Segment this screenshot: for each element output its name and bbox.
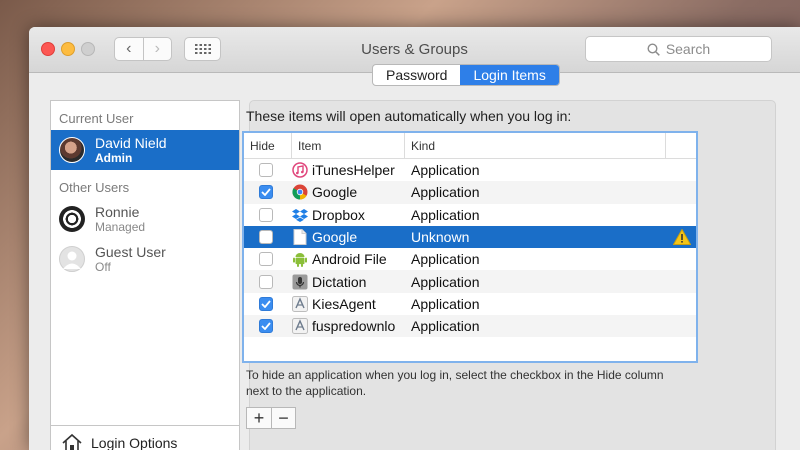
item-name: Google [312, 184, 358, 201]
dropbox-icon [292, 207, 308, 223]
itunes-icon [292, 162, 308, 178]
hide-checkbox[interactable] [259, 230, 273, 245]
table-row[interactable]: iTunesHelper Application [244, 159, 696, 181]
guest-user-icon [59, 246, 85, 272]
user-name: Ronnie [95, 204, 140, 220]
add-remove-buttons: + − [246, 407, 296, 429]
other-users-header: Other Users [59, 180, 130, 195]
soccer-ball-icon [59, 206, 85, 232]
user-role: Admin [95, 151, 133, 165]
item-kind: Application [411, 184, 480, 201]
user-item-david-nield[interactable]: David Nield Admin [51, 130, 239, 170]
checkmark-icon [261, 188, 271, 197]
add-item-button[interactable]: + [247, 408, 271, 428]
login-options-label: Login Options [91, 434, 178, 450]
tab-bar: Password Login Items [372, 64, 560, 86]
login-items-table: Hide Item Kind iTunesHelper Application … [242, 131, 698, 363]
column-header-hide[interactable]: Hide [244, 133, 292, 158]
hide-checkbox[interactable] [259, 252, 273, 267]
chrome-icon [292, 184, 308, 200]
house-icon [62, 433, 82, 450]
app-generic-icon [292, 295, 308, 312]
item-name: Android File [312, 251, 387, 268]
table-row[interactable]: Dropbox Application [244, 204, 696, 226]
item-name: Google [312, 229, 358, 246]
checkmark-icon [261, 322, 271, 331]
hide-checkbox[interactable] [259, 163, 273, 178]
item-kind: Unknown [411, 229, 470, 246]
users-sidebar: Current User David Nield Admin Other Use… [50, 100, 240, 450]
user-item-guest[interactable]: Guest User Off [51, 239, 239, 279]
warning-icon[interactable] [672, 229, 692, 246]
hide-checkbox[interactable] [259, 319, 273, 334]
table-row[interactable]: Android File Application [244, 248, 696, 270]
user-item-ronnie[interactable]: Ronnie Managed [51, 199, 239, 239]
login-items-intro: These items will open automatically when… [246, 108, 572, 124]
item-name: Dropbox [312, 206, 365, 223]
user-role: Off [95, 260, 111, 274]
hide-checkbox[interactable] [259, 207, 273, 222]
item-kind: Application [411, 273, 480, 290]
item-kind: Application [411, 295, 480, 312]
hide-checkbox[interactable] [259, 296, 273, 311]
table-row[interactable]: KiesAgent Application [244, 293, 696, 315]
user-avatar [59, 137, 85, 163]
item-kind: Application [411, 162, 480, 179]
table-row[interactable]: Dictation Application [244, 270, 696, 293]
column-header-item[interactable]: Item [292, 133, 405, 158]
current-user-header: Current User [59, 111, 134, 126]
search-placeholder: Search [665, 41, 711, 57]
item-name: Dictation [312, 273, 367, 290]
search-icon [647, 42, 660, 56]
table-row[interactable]: fuspredownlo Application [244, 315, 696, 338]
android-icon [292, 251, 308, 268]
login-options-button[interactable]: Login Options [51, 425, 239, 450]
item-name: fuspredownlo [312, 318, 396, 335]
item-name: iTunesHelper [312, 162, 395, 179]
table-row[interactable]: Google Unknown [244, 225, 696, 249]
table-row[interactable]: Google Application [244, 181, 696, 204]
item-name: KiesAgent [312, 295, 376, 312]
user-name: David Nield [95, 135, 167, 151]
user-name: Guest User [95, 244, 166, 260]
item-kind: Application [411, 318, 480, 335]
app-generic-icon [292, 318, 308, 335]
tab-password[interactable]: Password [373, 65, 460, 85]
tab-login-items[interactable]: Login Items [460, 65, 559, 85]
checkmark-icon [261, 300, 271, 308]
column-header-kind[interactable]: Kind [405, 133, 666, 158]
remove-item-button[interactable]: − [271, 408, 295, 428]
hide-checkbox[interactable] [259, 274, 273, 289]
table-header: Hide Item Kind [244, 133, 696, 159]
item-kind: Application [411, 206, 480, 223]
user-role: Managed [95, 220, 146, 234]
dictation-icon [292, 274, 308, 290]
document-icon [292, 229, 308, 246]
hide-help-text: To hide an application when you log in, … [246, 368, 664, 398]
hide-checkbox[interactable] [259, 185, 273, 200]
item-kind: Application [411, 251, 480, 268]
search-field[interactable]: Search [585, 36, 772, 62]
